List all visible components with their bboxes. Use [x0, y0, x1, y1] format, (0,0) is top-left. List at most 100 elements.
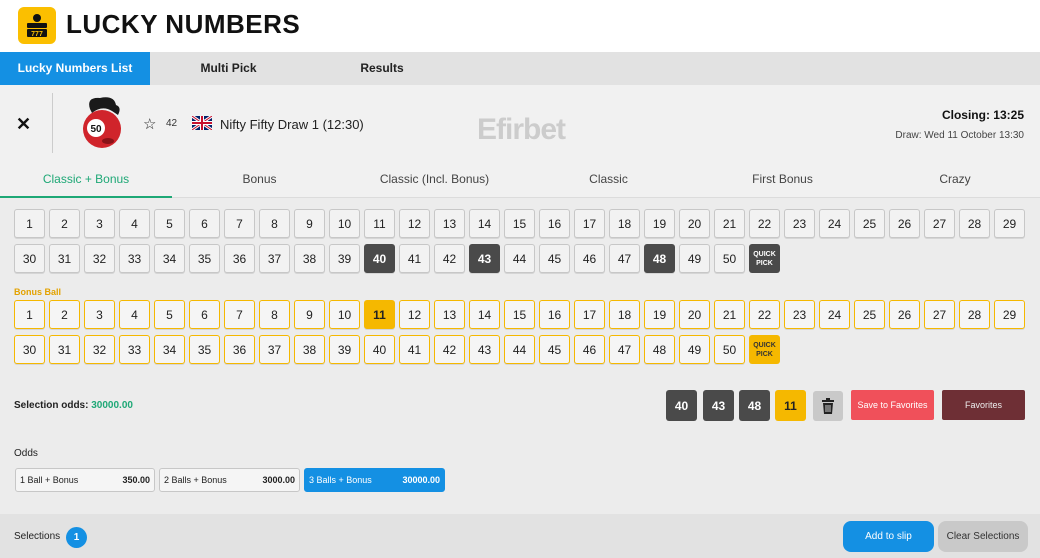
- bonus-ball-button[interactable]: 28: [959, 300, 990, 329]
- number-ball-button[interactable]: 11: [364, 209, 395, 238]
- number-ball-button[interactable]: 14: [469, 209, 500, 238]
- number-ball-button[interactable]: 36: [224, 244, 255, 273]
- trash-icon[interactable]: [813, 391, 843, 421]
- bonus-ball-button[interactable]: 9: [294, 300, 325, 329]
- bonus-ball-button[interactable]: 25: [854, 300, 885, 329]
- number-ball-button[interactable]: 12: [399, 209, 430, 238]
- tab-classic-incl-bonus[interactable]: Classic (Incl. Bonus): [347, 165, 522, 198]
- number-ball-button[interactable]: 44: [504, 244, 535, 273]
- number-ball-button[interactable]: 15: [504, 209, 535, 238]
- bonus-ball-button[interactable]: 45: [539, 335, 570, 364]
- tab-classic[interactable]: Classic: [522, 165, 695, 198]
- bonus-ball-button[interactable]: 50: [714, 335, 745, 364]
- number-ball-button[interactable]: 41: [399, 244, 430, 273]
- bonus-ball-button[interactable]: 49: [679, 335, 710, 364]
- number-ball-button[interactable]: 5: [154, 209, 185, 238]
- number-ball-button[interactable]: 39: [329, 244, 360, 273]
- number-ball-button[interactable]: 7: [224, 209, 255, 238]
- tab-results[interactable]: Results: [307, 52, 457, 85]
- number-ball-button[interactable]: 48: [644, 244, 675, 273]
- add-to-slip-button[interactable]: Add to slip: [843, 521, 934, 552]
- bonus-ball-button[interactable]: 20: [679, 300, 710, 329]
- tab-lucky-numbers-list[interactable]: Lucky Numbers List: [0, 52, 150, 85]
- clear-selections-button[interactable]: Clear Selections: [938, 521, 1028, 552]
- bonus-ball-button[interactable]: 1: [14, 300, 45, 329]
- bonus-ball-button[interactable]: 26: [889, 300, 920, 329]
- bonus-ball-button[interactable]: 11: [364, 300, 395, 329]
- number-ball-button[interactable]: 49: [679, 244, 710, 273]
- bonus-ball-button[interactable]: 12: [399, 300, 430, 329]
- number-ball-button[interactable]: 25: [854, 209, 885, 238]
- number-ball-button[interactable]: 1: [14, 209, 45, 238]
- bonus-ball-button[interactable]: 18: [609, 300, 640, 329]
- bonus-ball-button[interactable]: 7: [224, 300, 255, 329]
- tab-bonus[interactable]: Bonus: [172, 165, 347, 198]
- close-icon[interactable]: ✕: [16, 114, 31, 135]
- bonus-ball-button[interactable]: 36: [224, 335, 255, 364]
- number-ball-button[interactable]: 10: [329, 209, 360, 238]
- bonus-ball-button[interactable]: 13: [434, 300, 465, 329]
- number-ball-button[interactable]: 20: [679, 209, 710, 238]
- number-ball-button[interactable]: 46: [574, 244, 605, 273]
- number-ball-button[interactable]: 24: [819, 209, 850, 238]
- tab-classic-bonus[interactable]: Classic + Bonus: [0, 165, 172, 198]
- quick-pick-button[interactable]: QUICK PICK: [749, 244, 780, 273]
- number-ball-button[interactable]: 29: [994, 209, 1025, 238]
- bonus-ball-button[interactable]: 31: [49, 335, 80, 364]
- number-ball-button[interactable]: 31: [49, 244, 80, 273]
- tab-crazy[interactable]: Crazy: [870, 165, 1040, 198]
- bonus-ball-button[interactable]: 14: [469, 300, 500, 329]
- bonus-ball-button[interactable]: 29: [994, 300, 1025, 329]
- number-ball-button[interactable]: 23: [784, 209, 815, 238]
- bonus-ball-button[interactable]: 47: [609, 335, 640, 364]
- number-ball-button[interactable]: 16: [539, 209, 570, 238]
- bonus-ball-button[interactable]: 38: [294, 335, 325, 364]
- bonus-ball-button[interactable]: 21: [714, 300, 745, 329]
- odds-option-3-balls[interactable]: 3 Balls + Bonus 30000.00: [304, 468, 445, 492]
- bonus-ball-button[interactable]: 30: [14, 335, 45, 364]
- bonus-ball-button[interactable]: 33: [119, 335, 150, 364]
- number-ball-button[interactable]: 47: [609, 244, 640, 273]
- number-ball-button[interactable]: 3: [84, 209, 115, 238]
- favorite-star-icon[interactable]: ☆: [143, 115, 156, 133]
- number-ball-button[interactable]: 37: [259, 244, 290, 273]
- save-to-favorites-button[interactable]: Save to Favorites: [851, 390, 934, 420]
- number-ball-button[interactable]: 17: [574, 209, 605, 238]
- bonus-ball-button[interactable]: 37: [259, 335, 290, 364]
- bonus-ball-button[interactable]: 15: [504, 300, 535, 329]
- bonus-ball-button[interactable]: 19: [644, 300, 675, 329]
- bonus-ball-button[interactable]: 10: [329, 300, 360, 329]
- bonus-ball-button[interactable]: 23: [784, 300, 815, 329]
- bonus-ball-button[interactable]: 24: [819, 300, 850, 329]
- number-ball-button[interactable]: 50: [714, 244, 745, 273]
- bonus-ball-button[interactable]: 22: [749, 300, 780, 329]
- number-ball-button[interactable]: 35: [189, 244, 220, 273]
- number-ball-button[interactable]: 43: [469, 244, 500, 273]
- number-ball-button[interactable]: 18: [609, 209, 640, 238]
- number-ball-button[interactable]: 32: [84, 244, 115, 273]
- bonus-ball-button[interactable]: 8: [259, 300, 290, 329]
- number-ball-button[interactable]: 8: [259, 209, 290, 238]
- number-ball-button[interactable]: 38: [294, 244, 325, 273]
- bonus-ball-button[interactable]: 35: [189, 335, 220, 364]
- number-ball-button[interactable]: 33: [119, 244, 150, 273]
- number-ball-button[interactable]: 34: [154, 244, 185, 273]
- number-ball-button[interactable]: 27: [924, 209, 955, 238]
- bonus-ball-button[interactable]: 17: [574, 300, 605, 329]
- bonus-ball-button[interactable]: 44: [504, 335, 535, 364]
- tab-first-bonus[interactable]: First Bonus: [695, 165, 870, 198]
- number-ball-button[interactable]: 40: [364, 244, 395, 273]
- number-ball-button[interactable]: 13: [434, 209, 465, 238]
- bonus-ball-button[interactable]: 48: [644, 335, 675, 364]
- odds-option-2-balls[interactable]: 2 Balls + Bonus 3000.00: [159, 468, 300, 492]
- number-ball-button[interactable]: 21: [714, 209, 745, 238]
- bonus-ball-button[interactable]: 27: [924, 300, 955, 329]
- number-ball-button[interactable]: 6: [189, 209, 220, 238]
- bonus-ball-button[interactable]: 40: [364, 335, 395, 364]
- bonus-ball-button[interactable]: 6: [189, 300, 220, 329]
- bonus-ball-button[interactable]: 46: [574, 335, 605, 364]
- tab-multi-pick[interactable]: Multi Pick: [150, 52, 307, 85]
- number-ball-button[interactable]: 42: [434, 244, 465, 273]
- bonus-ball-button[interactable]: 34: [154, 335, 185, 364]
- bonus-ball-button[interactable]: 4: [119, 300, 150, 329]
